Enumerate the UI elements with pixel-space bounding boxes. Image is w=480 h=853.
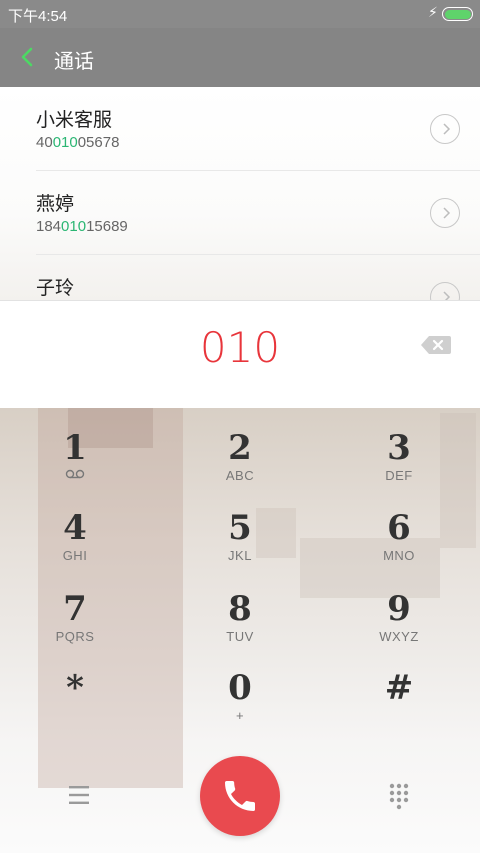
key-0[interactable]: 0 + (180, 668, 300, 740)
menu-icon[interactable] (66, 783, 92, 807)
contact-suggestion-list: 小米客服 4001005678 燕婷 18401015689 子玲 (0, 87, 480, 300)
backspace-icon[interactable] (420, 334, 452, 356)
key-2[interactable]: 2 ABC (180, 428, 300, 500)
chevron-right-icon[interactable] (430, 198, 460, 228)
key-4[interactable]: 4 GHI (15, 508, 135, 580)
voicemail-icon (15, 468, 135, 484)
contact-row[interactable]: 小米客服 4001005678 (36, 87, 480, 171)
key-7[interactable]: 7 PQRS (15, 589, 135, 661)
contact-number: 4001005678 (36, 134, 120, 151)
contact-name: 子玲 (36, 277, 75, 299)
dialpad-icon[interactable] (388, 782, 410, 810)
key-hash[interactable]: # (339, 668, 459, 740)
key-9[interactable]: 9 WXYZ (339, 589, 459, 661)
key-5[interactable]: 5 JKL (180, 508, 300, 580)
key-1[interactable]: 1 (15, 428, 135, 500)
contact-number: 18401015689 (36, 218, 128, 235)
contact-name: 小米客服 (36, 109, 113, 131)
chevron-left-icon[interactable] (16, 42, 40, 72)
chevron-right-icon[interactable] (430, 114, 460, 144)
call-button[interactable] (200, 756, 280, 836)
key-3[interactable]: 3 DEF (339, 428, 459, 500)
contact-row[interactable]: 子玲 (36, 255, 480, 300)
dial-input-area: 010 (0, 300, 480, 408)
keypad: 1 2 ABC 3 DEF 4 GHI 5 JKL 6 MNO 7 PQRS 8 TUV 9W… (0, 408, 480, 853)
phone-icon (225, 781, 255, 811)
contact-row[interactable]: 燕婷 18401015689 (36, 171, 480, 255)
page-title: 通话 (54, 49, 94, 73)
bolt-icon: ⚡ (428, 4, 438, 20)
contact-name: 燕婷 (36, 193, 75, 215)
key-star[interactable]: * (15, 668, 135, 740)
status-bar: 下午4:54 ⚡ (0, 0, 480, 28)
status-time: 下午4:54 (8, 8, 68, 25)
chevron-right-icon[interactable] (430, 282, 460, 300)
battery-icon (442, 7, 473, 21)
key-6[interactable]: 6 MNO (339, 508, 459, 580)
title-bar: 通话 (0, 28, 480, 87)
key-8[interactable]: 8 TUV (180, 589, 300, 661)
dial-input[interactable]: 010 (0, 323, 480, 372)
